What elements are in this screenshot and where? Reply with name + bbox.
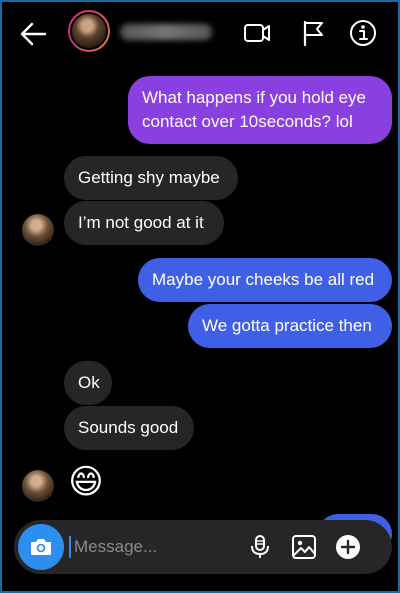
- message-received[interactable]: Sounds good: [64, 406, 194, 450]
- microphone-icon[interactable]: [246, 533, 274, 561]
- message-received[interactable]: Getting shy maybe: [64, 156, 238, 200]
- message-sent[interactable]: We gotta practice then: [188, 304, 392, 348]
- gallery-icon[interactable]: [290, 533, 318, 561]
- info-icon[interactable]: [348, 18, 378, 48]
- message-sent[interactable]: Maybe your cheeks be all red: [138, 258, 392, 302]
- contact-avatar[interactable]: [68, 10, 110, 52]
- message-input[interactable]: [74, 532, 234, 562]
- emoji-message[interactable]: 😄: [66, 462, 106, 502]
- plus-icon[interactable]: [334, 533, 362, 561]
- video-call-icon[interactable]: [242, 18, 272, 48]
- sender-avatar[interactable]: [22, 470, 54, 502]
- chat-screen: shaydriigh What happens if you hold eye …: [0, 0, 400, 593]
- flag-icon[interactable]: [298, 18, 328, 48]
- sender-avatar[interactable]: [22, 214, 54, 246]
- message-received[interactable]: I’m not good at it: [64, 201, 224, 245]
- camera-button[interactable]: [18, 524, 64, 570]
- message-received[interactable]: Ok: [64, 361, 112, 405]
- chat-header: shaydriigh: [2, 2, 398, 64]
- contact-avatar-photo: [70, 12, 108, 50]
- message-sent[interactable]: What happens if you hold eye contact ove…: [128, 76, 392, 144]
- contact-username[interactable]: shaydriigh: [120, 24, 212, 40]
- back-arrow-icon[interactable]: [18, 20, 48, 48]
- text-cursor: [69, 536, 71, 558]
- message-composer: [14, 520, 392, 574]
- camera-icon: [31, 539, 51, 555]
